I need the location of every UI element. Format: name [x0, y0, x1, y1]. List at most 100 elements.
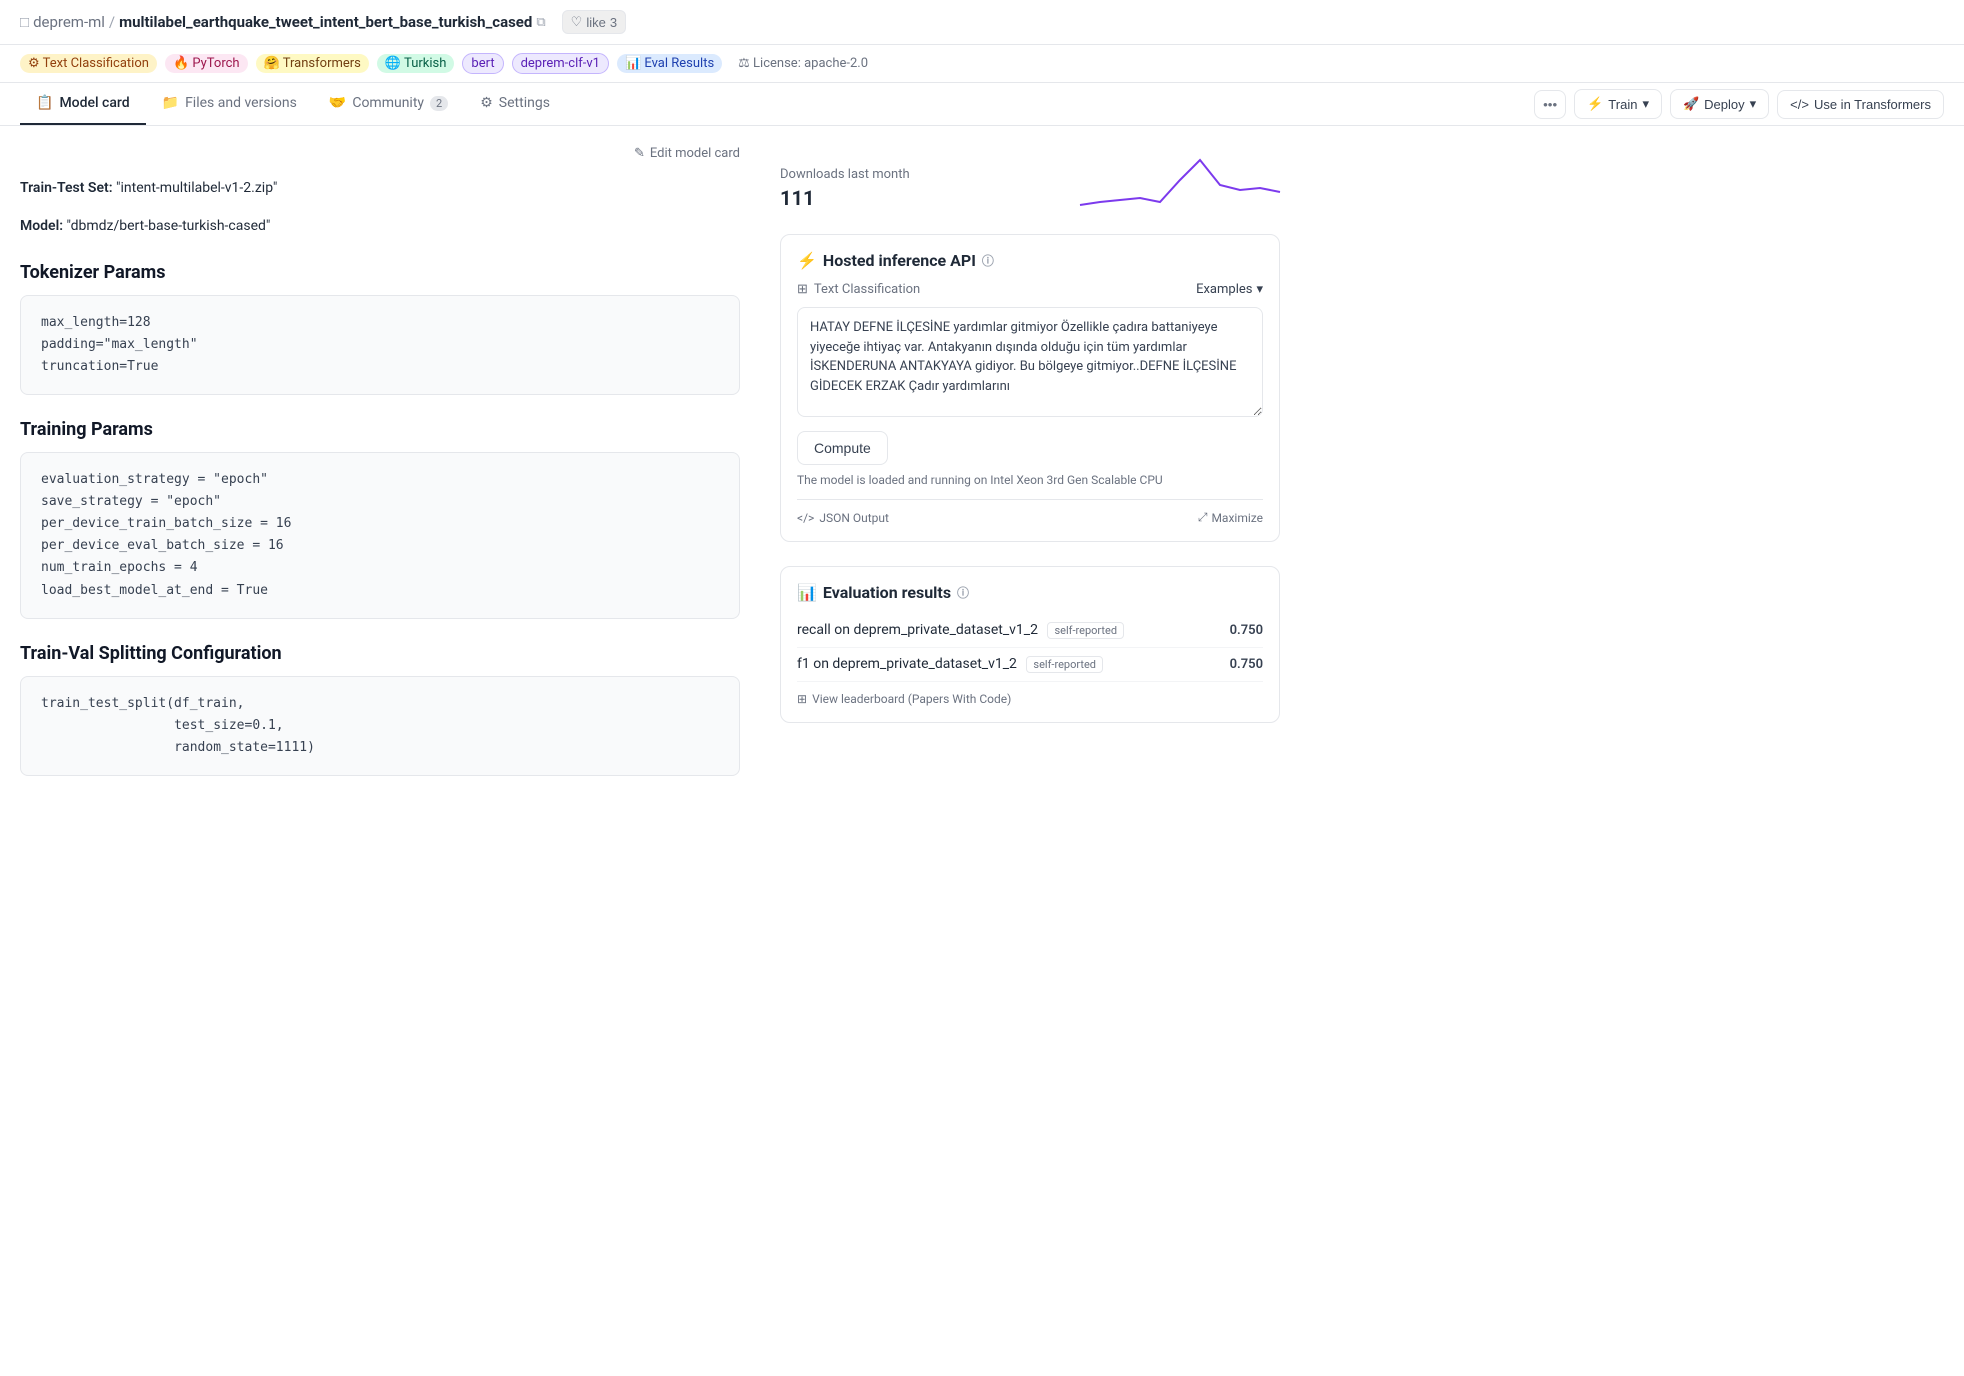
- nav-tabs: 📋 Model card 📁 Files and versions 🤝 Comm…: [0, 83, 1964, 126]
- train-test-set-section: Train-Test Set: "intent-multilabel-v1-2.…: [20, 177, 740, 199]
- main-content: ✎ Edit model card Train-Test Set: "inten…: [0, 126, 1300, 812]
- top-bar: □ deprem-ml / multilabel_earthquake_twee…: [0, 0, 1964, 45]
- splitting-heading: Train-Val Splitting Configuration: [20, 643, 740, 664]
- tag-deprem-clf[interactable]: deprem-clf-v1: [512, 53, 609, 74]
- more-options-button[interactable]: •••: [1534, 90, 1566, 119]
- use-in-transformers-button[interactable]: </> Use in Transformers: [1777, 90, 1944, 119]
- org-name[interactable]: deprem-ml: [33, 13, 105, 31]
- tags-bar: ⚙ Text Classification 🔥 PyTorch 🤗 Transf…: [0, 45, 1964, 83]
- tab-community-label: Community: [352, 95, 424, 111]
- examples-label: Examples: [1196, 282, 1252, 297]
- tab-files-versions[interactable]: 📁 Files and versions: [146, 83, 313, 125]
- tag-transformers[interactable]: 🤗 Transformers: [256, 54, 369, 73]
- inference-subrow: ⊞ Text Classification Examples ▾: [797, 282, 1263, 297]
- files-icon: 📁: [162, 95, 179, 111]
- examples-select[interactable]: Examples ▾: [1196, 282, 1263, 297]
- downloads-count: 111: [780, 186, 910, 210]
- tag-eval-results[interactable]: 📊 Eval Results: [617, 54, 722, 73]
- eval-info-icon: ⓘ: [957, 584, 969, 601]
- eval-label-recall: recall on deprem_private_dataset_v1_2 se…: [797, 622, 1124, 639]
- tab-files-label: Files and versions: [185, 95, 297, 111]
- json-output-label: JSON Output: [819, 511, 889, 525]
- tab-community[interactable]: 🤝 Community 2: [313, 83, 464, 125]
- train-label: Train: [1608, 97, 1637, 112]
- tokenizer-code-block: max_length=128 padding="max_length" trun…: [20, 295, 740, 395]
- edit-model-card-label: Edit model card: [650, 146, 740, 161]
- maximize-button[interactable]: ⤢ Maximize: [1198, 510, 1263, 525]
- f1-self-reported-badge: self-reported: [1026, 656, 1103, 673]
- lightning-icon: ⚡: [797, 251, 817, 270]
- recall-self-reported-badge: self-reported: [1047, 622, 1124, 639]
- settings-icon: ⚙: [480, 95, 493, 111]
- path-separator: /: [109, 13, 115, 31]
- compute-button[interactable]: Compute: [797, 431, 888, 465]
- right-panel: Downloads last month 111 ⚡ Hosted infere…: [780, 146, 1280, 792]
- tag-text-classification[interactable]: ⚙ Text Classification: [20, 54, 157, 73]
- examples-chevron-icon: ▾: [1256, 282, 1263, 297]
- model-label: Model:: [20, 218, 63, 234]
- eval-row-f1: f1 on deprem_private_dataset_v1_2 self-r…: [797, 648, 1263, 682]
- training-code-block: evaluation_strategy = "epoch" save_strat…: [20, 452, 740, 619]
- maximize-label: Maximize: [1211, 511, 1263, 525]
- tab-model-card-label: Model card: [59, 95, 129, 111]
- training-heading: Training Params: [20, 419, 740, 440]
- maximize-icon: ⤢: [1198, 510, 1208, 525]
- evaluation-section: 📊 Evaluation results ⓘ recall on deprem_…: [780, 566, 1280, 723]
- tag-bert[interactable]: bert: [462, 53, 503, 74]
- train-chevron-icon: ▾: [1642, 96, 1649, 112]
- edit-icon: ✎: [634, 146, 645, 161]
- inference-textarea[interactable]: [797, 307, 1263, 417]
- downloads-section: Downloads last month 111: [780, 146, 1280, 210]
- inference-header: ⚡ Hosted inference API ⓘ: [797, 251, 1263, 270]
- model-value: "dbmdz/bert-base-turkish-cased": [67, 218, 271, 234]
- f1-metric-text: f1 on deprem_private_dataset_v1_2: [797, 656, 1017, 672]
- tokenizer-code: max_length=128 padding="max_length" trun…: [41, 312, 719, 378]
- eval-row-recall: recall on deprem_private_dataset_v1_2 se…: [797, 614, 1263, 648]
- leaderboard-label: View leaderboard (Papers With Code): [812, 692, 1011, 706]
- deploy-icon: 🚀: [1683, 96, 1699, 112]
- code-brackets-icon: </>: [797, 511, 814, 525]
- edit-model-card-row: ✎ Edit model card: [20, 146, 740, 161]
- task-grid-icon: ⊞: [797, 282, 808, 297]
- eval-label-f1: f1 on deprem_private_dataset_v1_2 self-r…: [797, 656, 1103, 673]
- json-output-row: </> JSON Output ⤢ Maximize: [797, 499, 1263, 525]
- like-button[interactable]: ♡ like 3: [562, 10, 626, 34]
- code-icon: </>: [1790, 97, 1809, 112]
- edit-model-card-link[interactable]: ✎ Edit model card: [634, 146, 740, 161]
- tag-pytorch[interactable]: 🔥 PyTorch: [165, 54, 248, 73]
- splitting-code-block: train_test_split(df_train, test_size=0.1…: [20, 676, 740, 776]
- train-test-set-label: Train-Test Set:: [20, 180, 113, 196]
- copy-icon[interactable]: ⧉: [536, 15, 545, 30]
- compute-label: Compute: [814, 440, 871, 456]
- eval-header: 📊 Evaluation results ⓘ: [797, 583, 1263, 602]
- use-in-transformers-label: Use in Transformers: [1814, 97, 1931, 112]
- tokenizer-heading: Tokenizer Params: [20, 262, 740, 283]
- deploy-button[interactable]: 🚀 Deploy ▾: [1670, 89, 1769, 119]
- recall-metric-text: recall on deprem_private_dataset_v1_2: [797, 622, 1038, 638]
- json-output-label-container: </> JSON Output: [797, 511, 889, 525]
- inference-heading: Hosted inference API: [823, 251, 976, 270]
- tab-settings-label: Settings: [499, 95, 550, 111]
- community-icon: 🤝: [329, 95, 346, 111]
- splitting-code: train_test_split(df_train, test_size=0.1…: [41, 693, 719, 759]
- server-icon: □: [20, 13, 29, 31]
- downloads-chart: [1080, 150, 1280, 210]
- tag-turkish[interactable]: 🌐 Turkish: [377, 54, 455, 73]
- deploy-label: Deploy: [1704, 97, 1744, 112]
- f1-value: 0.750: [1230, 657, 1263, 672]
- inference-section: ⚡ Hosted inference API ⓘ ⊞ Text Classifi…: [780, 234, 1280, 542]
- training-code: evaluation_strategy = "epoch" save_strat…: [41, 469, 719, 602]
- inference-task-label: Text Classification: [814, 282, 920, 297]
- tag-license: ⚖ License: apache-2.0: [730, 54, 876, 73]
- nav-actions: ••• ⚡ Train ▾ 🚀 Deploy ▾ </> Use in Tran…: [1534, 89, 1944, 119]
- inference-task: ⊞ Text Classification: [797, 282, 920, 297]
- tab-model-card[interactable]: 📋 Model card: [20, 83, 146, 125]
- deploy-chevron-icon: ▾: [1750, 96, 1757, 112]
- train-button[interactable]: ⚡ Train ▾: [1574, 89, 1662, 119]
- model-card-icon: 📋: [36, 95, 53, 111]
- train-test-set-value: "intent-multilabel-v1-2.zip": [116, 180, 277, 196]
- like-count: 3: [610, 15, 617, 30]
- tab-settings[interactable]: ⚙ Settings: [464, 83, 566, 125]
- eval-heading: Evaluation results: [823, 583, 951, 602]
- leaderboard-link[interactable]: ⊞ View leaderboard (Papers With Code): [797, 692, 1263, 706]
